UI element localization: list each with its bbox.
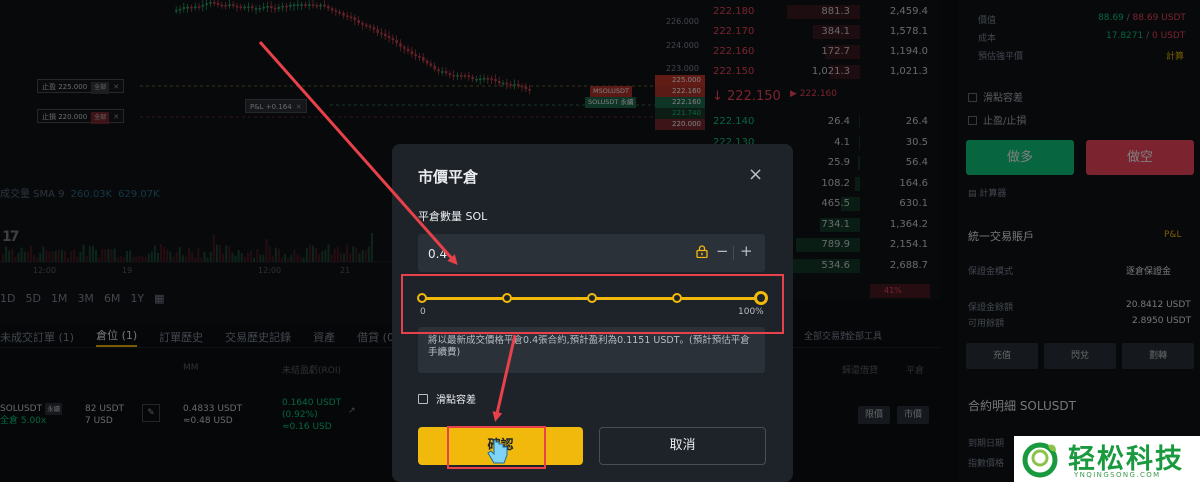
watermark-url: YNQINGSONG.COM xyxy=(1074,471,1161,479)
watermark-leaf-icon xyxy=(1022,442,1058,478)
annotation-arrows xyxy=(258,41,517,464)
trading-screen: 226.000 224.000 223.000 225.000 MSOLUSDT… xyxy=(0,0,1200,482)
slider-highlight-box xyxy=(401,274,784,334)
watermark-logo: 轻松科技 YNQINGSONG.COM xyxy=(1014,436,1200,482)
confirm-highlight-box xyxy=(447,426,546,469)
